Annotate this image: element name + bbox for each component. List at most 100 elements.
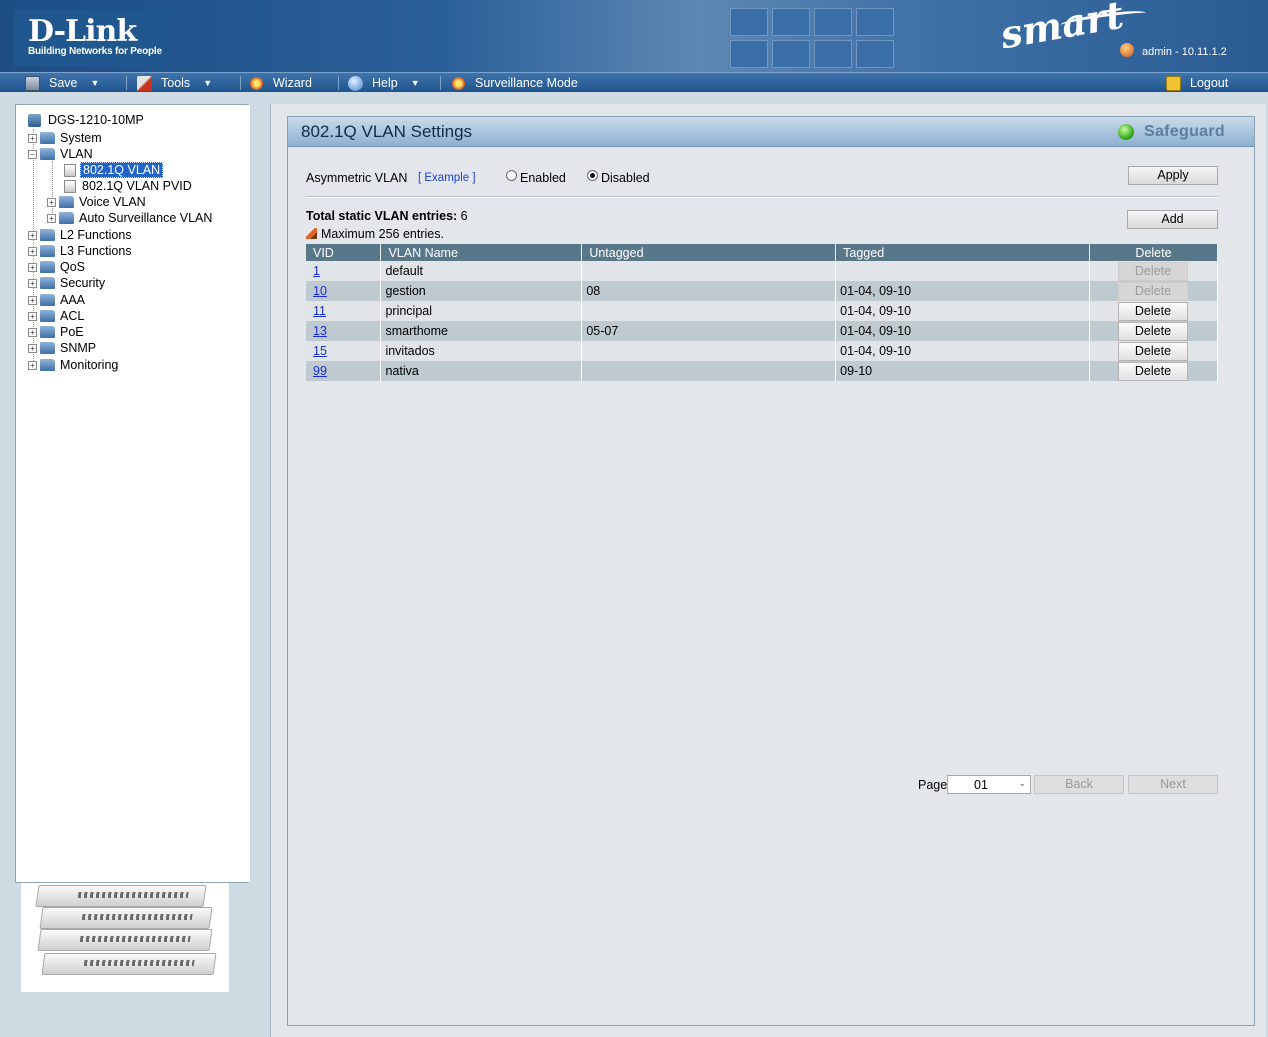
expand-icon[interactable]: +: [28, 230, 37, 240]
surveillance-icon: [451, 75, 466, 91]
apply-button[interactable]: Apply: [1128, 166, 1218, 185]
asymmetric-enabled-radio[interactable]: [506, 170, 517, 181]
tree-item-security[interactable]: + Security: [28, 275, 107, 291]
delete-button[interactable]: Delete: [1117, 301, 1188, 321]
expand-icon[interactable]: +: [28, 246, 37, 256]
main-content: 802.1Q VLAN Settings Safeguard Asymmetri…: [270, 104, 1266, 1037]
expand-icon[interactable]: +: [28, 311, 37, 321]
expand-icon[interactable]: +: [28, 133, 37, 143]
collapse-icon[interactable]: −: [28, 149, 37, 159]
vid-link[interactable]: 1: [313, 264, 320, 278]
divider: [306, 196, 1218, 198]
vid-link[interactable]: 11: [313, 304, 326, 318]
menu-logout[interactable]: Logout: [1166, 73, 1228, 93]
tree-item-monitoring[interactable]: + Monitoring: [28, 357, 120, 373]
folder-icon: [59, 212, 74, 224]
safeguard-status-icon: [1118, 124, 1134, 140]
tree-item-l2-functions[interactable]: + L2 Functions: [28, 227, 134, 243]
tree-label-8021q-vlan-pvid: 802.1Q VLAN PVID: [82, 179, 192, 193]
tree-item-vlan[interactable]: − VLAN: [28, 146, 95, 162]
folder-icon: [40, 261, 55, 273]
menu-surveillance-mode[interactable]: Surveillance Mode: [451, 73, 578, 93]
tree-item-8021q-vlan-pvid[interactable]: 802.1Q VLAN PVID: [64, 178, 194, 194]
back-button[interactable]: Back: [1034, 775, 1124, 794]
asymmetric-disabled-radio[interactable]: [587, 170, 598, 181]
header-switch-ports-graphic: [720, 0, 990, 72]
max-entries-note: Maximum 256 entries.: [306, 227, 444, 241]
untagged-cell: [581, 301, 837, 321]
col-header-tagged: Tagged: [835, 244, 1090, 261]
page-select[interactable]: 01 ⌄: [947, 775, 1031, 794]
expand-icon[interactable]: +: [28, 278, 37, 288]
vid-link[interactable]: 13: [313, 324, 327, 338]
menu-wizard-label: Wizard: [273, 76, 312, 90]
switch-stack-image: [21, 883, 229, 992]
menu-tools[interactable]: Tools ▼: [137, 73, 212, 93]
expand-icon[interactable]: +: [28, 262, 37, 272]
tree-label-system: System: [60, 131, 102, 145]
vid-link[interactable]: 15: [313, 344, 327, 358]
tree-item-qos[interactable]: + QoS: [28, 259, 87, 275]
menu-save[interactable]: Save ▼: [25, 73, 99, 93]
table-row: 99 nativa 09-10 Delete: [306, 361, 1219, 381]
tree-item-snmp[interactable]: + SNMP: [28, 340, 98, 356]
menu-surveillance-label: Surveillance Mode: [475, 76, 578, 90]
tree-label-l3-functions: L3 Functions: [60, 244, 132, 258]
untagged-cell: 08: [581, 281, 837, 301]
menu-save-label: Save: [49, 76, 78, 90]
folder-icon: [40, 359, 55, 371]
user-session-label: admin - 10.11.1.2: [1142, 46, 1227, 58]
next-button[interactable]: Next: [1128, 775, 1218, 794]
table-row: 13 smarthome 05-07 01-04, 09-10 Delete: [306, 321, 1219, 341]
expand-icon[interactable]: +: [47, 197, 56, 207]
menu-wizard[interactable]: Wizard: [249, 73, 312, 93]
dlink-logo: D-Link Building Networks for People: [14, 10, 172, 66]
expand-icon[interactable]: +: [28, 343, 37, 353]
vlan-table: VID VLAN Name Untagged Tagged Delete 1 d…: [306, 244, 1219, 381]
menu-help[interactable]: Help ▼: [348, 73, 420, 93]
expand-icon[interactable]: +: [28, 360, 37, 370]
document-icon: [64, 179, 76, 193]
tree-item-poe[interactable]: + PoE: [28, 324, 86, 340]
delete-button[interactable]: Delete: [1117, 341, 1188, 361]
example-link[interactable]: [ Example ]: [418, 172, 476, 184]
total-entries: Total static VLAN entries: 6: [306, 209, 468, 223]
logo-text: D-Link: [28, 14, 137, 49]
tagged-cell: [835, 261, 1090, 281]
expand-icon[interactable]: +: [28, 295, 37, 305]
safeguard-label[interactable]: Safeguard: [1144, 123, 1225, 141]
expand-icon[interactable]: +: [28, 327, 37, 337]
vid-link[interactable]: 10: [313, 284, 327, 298]
tree-label-8021q-vlan: 802.1Q VLAN: [80, 162, 164, 178]
delete-button[interactable]: Delete: [1117, 321, 1188, 341]
folder-icon: [40, 326, 55, 338]
disabled-label: Disabled: [601, 171, 650, 185]
menu-separator: [240, 76, 241, 90]
folder-open-icon: [40, 148, 55, 160]
add-button[interactable]: Add: [1127, 210, 1218, 229]
tree-item-device[interactable]: DGS-1210-10MP: [28, 112, 146, 128]
tree-item-auto-surveillance-vlan[interactable]: + Auto Surveillance VLAN: [47, 210, 214, 226]
tree-label-aaa: AAA: [60, 293, 86, 307]
delete-button: Delete: [1117, 261, 1188, 281]
delete-button[interactable]: Delete: [1117, 361, 1188, 381]
expand-icon[interactable]: +: [47, 213, 56, 223]
tree-item-l3-functions[interactable]: + L3 Functions: [28, 243, 134, 259]
tree-label-l2-functions: L2 Functions: [60, 228, 132, 242]
vid-link[interactable]: 99: [313, 364, 327, 378]
menu-help-label: Help: [372, 76, 398, 90]
tree-item-acl[interactable]: + ACL: [28, 308, 86, 324]
tree-label-voice-vlan: Voice VLAN: [79, 195, 146, 209]
vlan-name-cell: default: [380, 261, 583, 281]
tree-item-8021q-vlan[interactable]: 802.1Q VLAN: [64, 162, 164, 178]
chevron-down-icon: ▼: [410, 78, 420, 88]
untagged-cell: [581, 361, 837, 381]
chevron-down-icon: ▼: [90, 78, 100, 88]
untagged-cell: [581, 261, 837, 281]
tree-item-aaa[interactable]: + AAA: [28, 292, 87, 308]
tree-item-voice-vlan[interactable]: + Voice VLAN: [47, 194, 148, 210]
total-entries-value: 6: [460, 209, 468, 223]
header-banner: D-Link Building Networks for People smar…: [0, 0, 1268, 72]
logo-tagline: Building Networks for People: [28, 46, 162, 57]
tree-item-system[interactable]: + System: [28, 130, 104, 146]
